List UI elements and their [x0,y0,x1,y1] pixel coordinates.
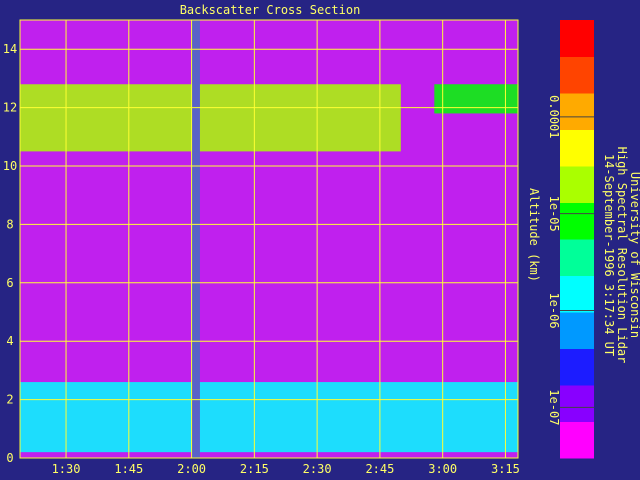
chart-title: Backscatter Cross Section [180,3,361,17]
side-text-line-2: High Spectral Resolution Lidar [615,147,629,364]
colorbar-segment [560,93,594,130]
colorbar-segment [560,56,594,94]
feature-cirrus-layer [20,84,401,152]
colorbar-segment [560,20,594,57]
colorbar-segment [560,348,594,386]
y-tick-label: 12 [3,101,17,115]
colorbar-segment [560,312,594,349]
colorbar-segment [560,385,594,422]
colorbar-tick-label: 1e-05 [547,196,561,232]
colorbar-segment [560,129,594,167]
feature-data-gap [191,20,200,458]
backscatter-chart: 1:30 1:45 2:00 2:15 2:30 2:45 3:00 3:15 0 2 4 6 8 10 1… [3,3,640,476]
side-text-line-3: 14-September-1996 3:17:34 UT [602,154,616,356]
colorbar-tick-label: 0.0001 [547,95,561,138]
y-tick-label: 6 [6,276,13,290]
colorbar-segment [560,421,594,459]
y-tick-label: 8 [6,217,13,231]
y-tick-label: 2 [6,393,13,407]
plot-area [20,20,518,458]
x-tick-label: 1:30 [52,462,81,476]
x-tick-label: 3:00 [428,462,457,476]
y-tick-label: 0 [6,451,13,465]
y-axis-label: Altitude (km) [527,188,541,282]
x-tick-label: 2:30 [303,462,332,476]
colorbar-segment [560,239,594,276]
x-tick-label: 3:15 [491,462,520,476]
y-tick-label: 14 [3,42,17,56]
x-tick-label: 1:45 [114,462,143,476]
colorbar-segment [560,275,594,313]
x-tick-label: 2:45 [365,462,394,476]
colorbar-tick-label: 1e-06 [547,292,561,328]
feature-boundary-layer [20,382,518,453]
y-tick-label: 10 [3,159,17,173]
x-tick-label: 2:00 [177,462,206,476]
colorbar-tick-label: 1e-07 [547,389,561,425]
colorbar-segment [560,202,594,240]
colorbar-segment [560,166,594,203]
y-tick-label: 4 [6,334,13,348]
colorbar: 0.0001 1e-05 1e-06 1e-07 [547,20,594,459]
x-tick-label: 2:15 [240,462,269,476]
